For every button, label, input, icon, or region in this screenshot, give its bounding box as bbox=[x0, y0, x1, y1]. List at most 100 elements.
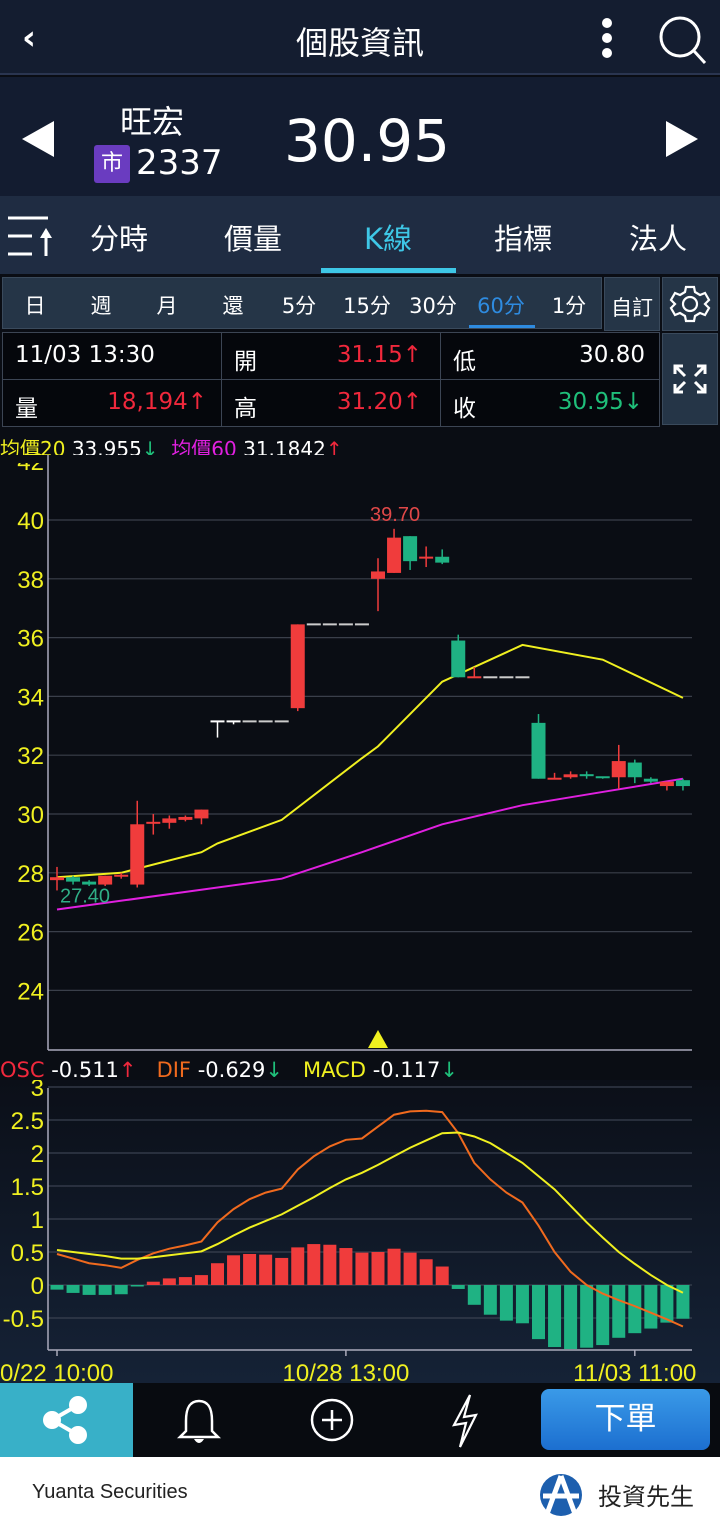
candle-body bbox=[178, 816, 193, 820]
osc-bar bbox=[227, 1255, 241, 1285]
osc-bar bbox=[66, 1285, 80, 1293]
candle-body bbox=[659, 781, 674, 787]
osc-bar bbox=[467, 1285, 481, 1305]
share-button[interactable] bbox=[0, 1383, 133, 1457]
candle-body bbox=[162, 818, 177, 823]
y-tick-label: 2 bbox=[31, 1141, 44, 1168]
osc-bar bbox=[403, 1252, 417, 1285]
footer: Yuanta Securities 投資先生 bbox=[0, 1457, 720, 1530]
osc-bar bbox=[355, 1252, 369, 1285]
osc-bar bbox=[82, 1285, 96, 1295]
candle-body bbox=[130, 824, 145, 885]
candle-body bbox=[675, 780, 690, 787]
ma60-line bbox=[56, 777, 684, 911]
share-icon bbox=[43, 1396, 87, 1444]
osc-bar bbox=[275, 1257, 289, 1285]
macd-legend: OSC -0.511↑ DIF -0.629↓ MACD -0.117↓ bbox=[0, 1058, 458, 1082]
osc-bar bbox=[580, 1285, 594, 1348]
osc-bar bbox=[259, 1254, 273, 1285]
candle-body bbox=[290, 624, 305, 709]
candle-body bbox=[210, 720, 225, 723]
y-tick-label: 1 bbox=[31, 1207, 44, 1234]
dif-arrow: ↓ bbox=[265, 1058, 284, 1082]
candle-body bbox=[531, 722, 546, 779]
osc-bar bbox=[50, 1285, 64, 1290]
place-order-button[interactable]: 下單 bbox=[541, 1389, 710, 1450]
macd-line bbox=[56, 1131, 684, 1294]
osc-bar bbox=[548, 1285, 562, 1348]
candle-body bbox=[579, 774, 594, 777]
macd-chart[interactable]: -0.5 0 0.5 1 1.5 2 2.5 3 0/22 10:00 10/28 13:00 11… bbox=[0, 1080, 720, 1383]
candle-body bbox=[371, 571, 385, 579]
brand-name: Yuanta Securities bbox=[32, 1481, 188, 1503]
osc-bar bbox=[644, 1285, 658, 1329]
candle-body bbox=[98, 875, 113, 885]
osc-bar bbox=[162, 1278, 176, 1285]
candle-body bbox=[66, 877, 81, 882]
osc-bar bbox=[499, 1285, 513, 1321]
price-annotation: 27.40 bbox=[60, 885, 110, 907]
osc-bar bbox=[483, 1285, 497, 1315]
osc-bar bbox=[371, 1252, 385, 1285]
x-tick-label: 0/22 10:00 bbox=[0, 1360, 113, 1383]
osc-bar bbox=[419, 1259, 433, 1285]
y-tick-label: 28 bbox=[17, 861, 44, 888]
candle-body bbox=[146, 821, 161, 824]
candle-body bbox=[627, 762, 642, 778]
osc-bar bbox=[451, 1285, 465, 1289]
candle-body bbox=[611, 761, 626, 778]
y-tick-label: 34 bbox=[17, 684, 44, 711]
dif-value: -0.629 bbox=[197, 1058, 266, 1082]
osc-bar bbox=[612, 1285, 626, 1338]
macd-label: MACD bbox=[303, 1058, 366, 1082]
osc-bar bbox=[628, 1285, 642, 1334]
osc-bar bbox=[339, 1248, 353, 1285]
osc-bar bbox=[387, 1248, 401, 1285]
yuanta-logo-icon bbox=[540, 1474, 582, 1516]
bell-icon[interactable] bbox=[176, 1395, 222, 1447]
candle-body bbox=[50, 877, 64, 881]
bottom-toolbar: 下單 bbox=[0, 1383, 720, 1457]
osc-arrow: ↑ bbox=[118, 1058, 137, 1082]
osc-bar bbox=[291, 1247, 305, 1285]
candle-body bbox=[419, 556, 434, 559]
y-tick-label: 1.5 bbox=[11, 1174, 44, 1201]
ma20-line bbox=[56, 643, 684, 879]
osc-bar bbox=[564, 1285, 578, 1350]
candle-body bbox=[387, 537, 402, 573]
lightning-icon[interactable] bbox=[448, 1393, 482, 1449]
osc-bar bbox=[146, 1281, 160, 1285]
macd-value: -0.117 bbox=[372, 1058, 441, 1082]
y-tick-label: 0.5 bbox=[11, 1240, 44, 1267]
candle-body bbox=[643, 778, 658, 782]
osc-label: OSC bbox=[0, 1058, 45, 1082]
osc-bar bbox=[178, 1277, 192, 1285]
osc-bar bbox=[532, 1285, 545, 1340]
osc-bar bbox=[307, 1244, 321, 1285]
osc-bar bbox=[323, 1244, 337, 1285]
candle-body bbox=[547, 777, 562, 780]
y-tick-label: 30 bbox=[17, 802, 44, 829]
place-order-label: 下單 bbox=[594, 1401, 657, 1437]
x-tick-label: 10/28 13:00 bbox=[283, 1360, 410, 1383]
osc-bar bbox=[194, 1275, 208, 1285]
dif-label: DIF bbox=[156, 1058, 192, 1082]
y-tick-label: 2.5 bbox=[11, 1108, 44, 1135]
y-tick-label: -0.5 bbox=[3, 1306, 44, 1333]
candle-body bbox=[563, 774, 578, 778]
candle-body bbox=[82, 881, 97, 885]
add-circle-icon[interactable] bbox=[308, 1396, 356, 1444]
candle-body bbox=[435, 556, 450, 563]
osc-bar bbox=[211, 1263, 224, 1285]
osc-bar bbox=[515, 1285, 529, 1324]
candlestick-chart[interactable]: 2426283032343638404239.7027.40 bbox=[0, 0, 720, 1060]
osc-bar bbox=[435, 1266, 449, 1285]
candle-body bbox=[403, 536, 418, 562]
candle-body bbox=[194, 809, 209, 819]
osc-value: -0.511 bbox=[51, 1058, 119, 1082]
candle-body bbox=[226, 720, 241, 723]
y-tick-label: 40 bbox=[17, 508, 44, 535]
candle-body bbox=[114, 874, 129, 877]
price-annotation: 39.70 bbox=[370, 504, 420, 526]
y-tick-label: 24 bbox=[17, 978, 44, 1005]
